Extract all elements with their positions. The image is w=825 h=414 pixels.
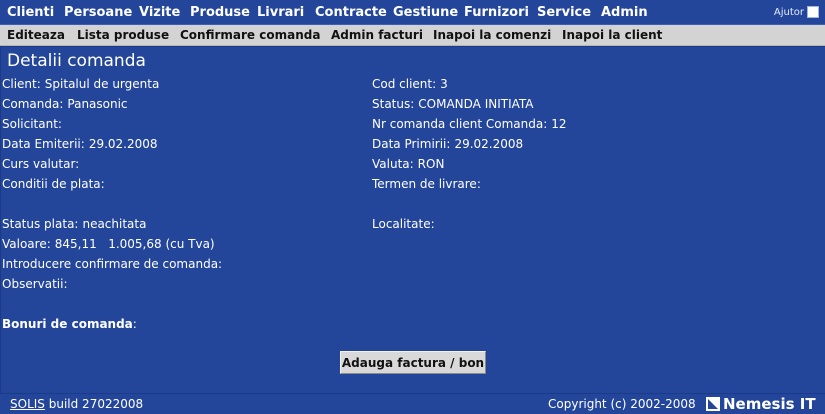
build-info: SOLIS build 27022008 <box>10 397 143 411</box>
field-value: 3 <box>440 77 448 91</box>
field-label: Valuta: <box>372 157 414 171</box>
menu-admin[interactable]: Admin <box>601 5 648 20</box>
field-label: Solicitant: <box>2 117 62 131</box>
field-label: Curs valutar: <box>2 157 80 171</box>
field-label: Comanda: <box>2 97 64 111</box>
field-label: Introducere confirmare de comanda: <box>2 257 223 271</box>
help-toggle[interactable]: Ajutor <box>774 6 819 18</box>
field-client: Client: Spitalul de urgenta <box>2 77 159 91</box>
field-label: Valoare: <box>2 237 51 251</box>
order-details-panel: Detalii comanda Client: Spitalul de urgen… <box>0 46 825 394</box>
field-data-primirii: Data Primirii: 29.02.2008 <box>372 137 523 151</box>
field-status-plata: Status plata: neachitata <box>2 217 146 231</box>
copyright-text: Copyright (c) 2002-2008 <box>548 397 696 411</box>
field-label: Termen de livrare: <box>372 177 481 191</box>
add-invoice-button[interactable]: Adauga factura / bon <box>340 351 486 374</box>
field-value: Panasonic <box>67 97 128 111</box>
field-label: Status: <box>372 97 415 111</box>
field-value: Spitalul de urgenta <box>44 77 160 91</box>
footer: SOLIS build 27022008 Copyright (c) 2002-… <box>0 394 825 414</box>
submenu-inapoi-client[interactable]: Inapoi la client <box>562 28 662 42</box>
field-value: neachitata <box>82 217 147 231</box>
menu-livrari[interactable]: Livrari <box>257 5 304 20</box>
field-confirmare-comanda: Introducere confirmare de comanda: <box>2 257 226 271</box>
field-valoare: Valoare: 845,11 1.005,68 (cu Tva) <box>2 237 215 251</box>
menu-contracte[interactable]: Contracte <box>315 5 387 20</box>
field-value: COMANDA INITIATA <box>418 97 534 111</box>
field-label: Cod client: <box>372 77 437 91</box>
field-label: Data Primirii: <box>372 137 451 151</box>
sub-menu-bar: Editeaza Lista produse Confirmare comand… <box>0 25 825 46</box>
field-status: Status: COMANDA INITIATA <box>372 97 534 111</box>
field-solicitant: Solicitant: <box>2 117 66 131</box>
submenu-admin-facturi[interactable]: Admin facturi <box>331 28 423 42</box>
field-label: Observatii: <box>2 277 68 291</box>
field-cod-client: Cod client: 3 <box>372 77 448 91</box>
vouchers-label: Bonuri de comanda <box>2 317 133 331</box>
field-value: RON <box>417 157 445 171</box>
vouchers-heading: Bonuri de comanda: <box>2 317 137 331</box>
build-number: build 27022008 <box>48 397 144 411</box>
menu-clienti[interactable]: Clienti <box>7 5 54 20</box>
submenu-editeaza[interactable]: Editeaza <box>7 28 65 42</box>
field-termen-livrare: Termen de livrare: <box>372 177 485 191</box>
field-label: Localitate: <box>372 217 435 231</box>
field-nr-comanda-client: Nr comanda client Comanda: 12 <box>372 117 567 131</box>
vouchers-colon: : <box>132 317 137 331</box>
submenu-lista-produse[interactable]: Lista produse <box>77 28 169 42</box>
field-curs-valutar: Curs valutar: <box>2 157 83 171</box>
field-comanda: Comanda: Panasonic <box>2 97 128 111</box>
field-value: 29.02.2008 <box>454 137 524 151</box>
help-label: Ajutor <box>773 6 804 18</box>
top-menu-bar: Clienti Persoane Vizite Produse Livrari … <box>0 0 825 25</box>
submenu-inapoi-comenzi[interactable]: Inapoi la comenzi <box>433 28 551 42</box>
solis-link[interactable]: SOLIS <box>10 397 45 411</box>
nemesis-logo-icon <box>706 397 720 411</box>
submenu-confirmare-comanda[interactable]: Confirmare comanda <box>180 28 320 42</box>
field-label: Status plata: <box>2 217 79 231</box>
menu-gestiune[interactable]: Gestiune <box>393 5 458 20</box>
menu-vizite[interactable]: Vizite <box>139 5 180 20</box>
field-localitate: Localitate: <box>372 217 439 231</box>
page-title: Detalii comanda <box>7 51 146 71</box>
field-label: Nr comanda client Comanda: <box>372 117 548 131</box>
brand-name: Nemesis IT <box>723 395 816 413</box>
field-label: Data Emiterii: <box>2 137 85 151</box>
field-label: Conditii de plata: <box>2 177 105 191</box>
menu-furnizori[interactable]: Furnizori <box>464 5 529 20</box>
field-value: 12 <box>551 117 567 131</box>
menu-persoane[interactable]: Persoane <box>64 5 132 20</box>
field-value: 29.02.2008 <box>88 137 158 151</box>
field-conditii-plata: Conditii de plata: <box>2 177 109 191</box>
field-value: 845,11 1.005,68 (cu Tva) <box>54 237 215 251</box>
field-data-emiterii: Data Emiterii: 29.02.2008 <box>2 137 158 151</box>
field-observatii: Observatii: <box>2 277 72 291</box>
menu-service[interactable]: Service <box>537 5 591 20</box>
help-checkbox[interactable] <box>807 6 819 18</box>
field-valuta: Valuta: RON <box>372 157 444 171</box>
menu-produse[interactable]: Produse <box>190 5 250 20</box>
nemesis-brand: Nemesis IT <box>706 395 816 413</box>
field-label: Client: <box>2 77 41 91</box>
